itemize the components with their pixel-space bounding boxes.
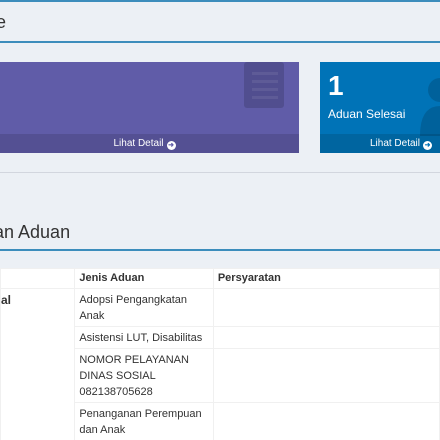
persyaratan-cell <box>212 348 440 403</box>
stat-card-aduan-selesai: 1 Aduan Selesai Lihat Detail ➜ <box>320 62 440 153</box>
column-header: Persyaratan <box>212 268 440 289</box>
arrow-circle-right-icon: ➜ <box>423 141 432 150</box>
aduan-table: Jenis Aduan Persyaratan al Adopsi Pengan… <box>0 268 440 440</box>
stat-card-purple: n Lihat Detail➜ <box>0 62 299 153</box>
jenis-aduan-cell: Asistensi LUT, Disabilitas <box>74 326 214 349</box>
column-header <box>0 268 76 289</box>
column-header: Jenis Aduan <box>74 268 214 289</box>
table-header-row: Jenis Aduan Persyaratan <box>0 268 440 289</box>
section-header: an Aduan <box>0 208 440 251</box>
lihat-detail-label: Lihat Detail <box>113 138 164 149</box>
persyaratan-cell <box>212 402 440 440</box>
jenis-aduan-cell: Penanganan Perempuan dan Anak <box>74 402 214 440</box>
card-count: 1 <box>328 70 344 101</box>
lihat-detail-link[interactable]: Lihat Detail ➜ <box>0 134 299 153</box>
persyaratan-cell <box>212 326 440 349</box>
persyaratan-cell <box>212 288 440 327</box>
divider <box>0 172 440 173</box>
user-icon <box>420 78 440 136</box>
kategori-cell: al <box>0 288 76 440</box>
aduan-table-container: Jenis Aduan Persyaratan al Adopsi Pengan… <box>0 268 440 440</box>
newspaper-icon <box>244 62 284 108</box>
section-title: an Aduan <box>0 222 71 242</box>
jenis-aduan-cell: NOMOR PELAYANAN DINAS SOSIAL 08213870562… <box>74 348 214 403</box>
page-header: e <box>0 0 440 43</box>
card-label: Aduan Selesai <box>328 107 406 121</box>
page-title: e <box>0 12 7 32</box>
lihat-detail-link[interactable]: Lihat Detail ➜ <box>320 134 440 153</box>
table-row: al Adopsi Pengangkatan Anak <box>0 288 440 440</box>
arrow-circle-right-icon: ➜ <box>166 141 176 150</box>
lihat-detail-label: Lihat Detail <box>369 138 420 149</box>
jenis-aduan-cell: Adopsi Pengangkatan Anak <box>74 288 214 327</box>
